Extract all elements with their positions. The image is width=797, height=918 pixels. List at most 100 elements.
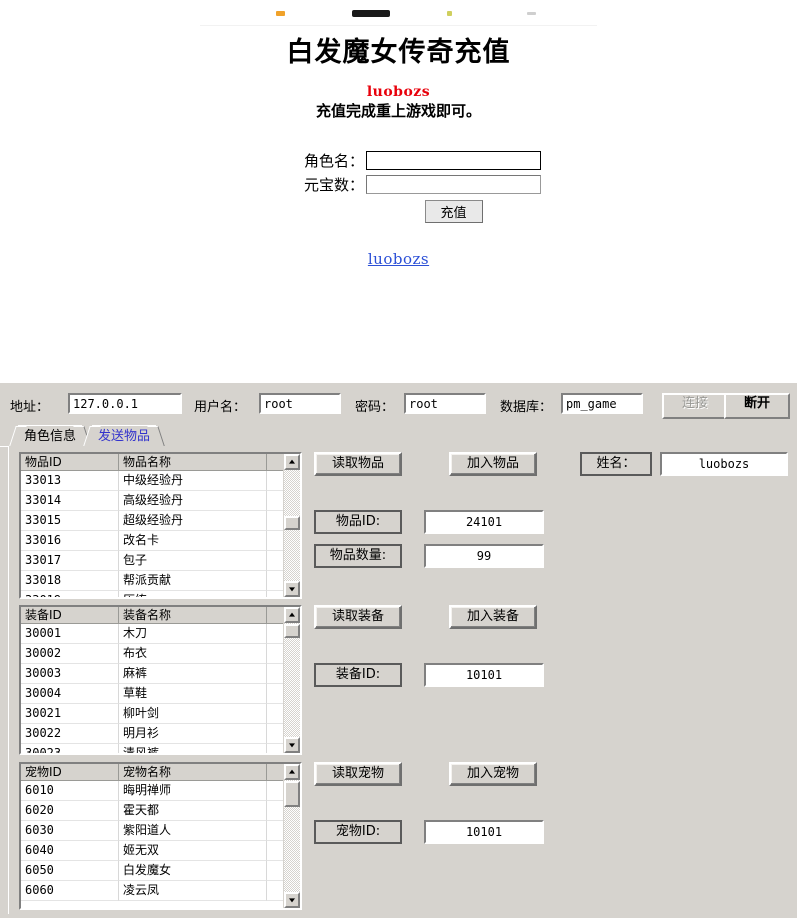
name-input[interactable]	[660, 452, 788, 476]
cell-id: 33015	[21, 511, 119, 531]
table-row[interactable]: 30004草鞋	[21, 684, 300, 704]
password-input[interactable]	[404, 393, 486, 414]
add-pet-button[interactable]: 加入宠物	[449, 762, 537, 786]
account-link-wrap: luobozs	[0, 250, 797, 269]
item-list-header: 物品ID 物品名称	[21, 454, 300, 471]
item-list[interactable]: 物品ID 物品名称 33013中级经验丹 33014高级经验丹 33015超级经…	[19, 452, 302, 599]
table-row[interactable]: 33014高级经验丹	[21, 491, 300, 511]
table-row[interactable]: 33016改名卡	[21, 531, 300, 551]
scroll-down-arrow-icon[interactable]	[284, 737, 300, 753]
table-row[interactable]: 6020霍天都	[21, 801, 300, 821]
table-row[interactable]: 30021柳叶剑	[21, 704, 300, 724]
scroll-up-arrow-icon[interactable]	[284, 454, 300, 470]
cell-name: 麻裤	[119, 664, 267, 684]
table-row[interactable]: 30002布衣	[21, 644, 300, 664]
equipment-list-scrollbar[interactable]	[283, 607, 300, 753]
table-row[interactable]: 33019历练	[21, 591, 300, 599]
connect-button[interactable]: 连接	[662, 393, 728, 419]
cell-id: 6030	[21, 821, 119, 841]
cell-id: 30022	[21, 724, 119, 744]
password-label: 密码：	[355, 396, 394, 415]
cell-id: 30023	[21, 744, 119, 755]
pet-list-header: 宠物ID 宠物名称	[21, 764, 300, 781]
cell-name: 清风裤	[119, 744, 267, 755]
scroll-down-arrow-icon[interactable]	[284, 581, 300, 597]
table-row[interactable]: 6010晦明禅师	[21, 781, 300, 801]
address-input[interactable]	[68, 393, 182, 414]
cell-id: 6040	[21, 841, 119, 861]
table-row[interactable]: 30022明月衫	[21, 724, 300, 744]
connection-toolbar: 地址： 用户名： 密码： 数据库： 连接 断开	[0, 391, 797, 419]
table-row[interactable]: 6060凌云凤	[21, 881, 300, 901]
table-row[interactable]: 30003麻裤	[21, 664, 300, 684]
item-qty-input[interactable]	[424, 544, 544, 568]
read-pet-button[interactable]: 读取宠物	[314, 762, 402, 786]
table-row[interactable]: 33018帮派贡献	[21, 571, 300, 591]
cell-name: 柳叶剑	[119, 704, 267, 724]
item-section: 物品ID 物品名称 33013中级经验丹 33014高级经验丹 33015超级经…	[9, 448, 790, 603]
username-input[interactable]	[259, 393, 341, 414]
item-id-input[interactable]	[424, 510, 544, 534]
scroll-down-arrow-icon[interactable]	[284, 892, 300, 908]
notice-username: luobozs	[0, 84, 797, 100]
table-row[interactable]: 6050白发魔女	[21, 861, 300, 881]
equipment-list-header: 装备ID 装备名称	[21, 607, 300, 624]
artifact-yellow	[447, 11, 452, 16]
item-id-label: 物品ID:	[314, 510, 402, 534]
read-items-button[interactable]: 读取物品	[314, 452, 402, 476]
cell-id: 30021	[21, 704, 119, 724]
recharge-webpage: 白发魔女传奇充值 luobozs 充值完成重上游戏即可。 角色名： 元宝数： 充…	[0, 0, 797, 382]
scrollbar-thumb[interactable]	[284, 781, 300, 807]
pet-list-col-name: 宠物名称	[119, 764, 267, 781]
table-row[interactable]: 6030紫阳道人	[21, 821, 300, 841]
username-label: 用户名：	[194, 396, 246, 415]
tab-send-items[interactable]: 发送物品	[92, 425, 156, 447]
table-row[interactable]: 33017包子	[21, 551, 300, 571]
gold-amount-row: 元宝数：	[0, 172, 797, 196]
pet-id-input[interactable]	[424, 820, 544, 844]
cell-id: 6010	[21, 781, 119, 801]
table-row[interactable]: 30001木刀	[21, 624, 300, 644]
read-equipment-button[interactable]: 读取装备	[314, 605, 402, 629]
cell-id: 33016	[21, 531, 119, 551]
table-row[interactable]: 6040姬无双	[21, 841, 300, 861]
cell-name: 历练	[119, 591, 267, 599]
item-list-col-name: 物品名称	[119, 454, 267, 471]
disconnect-button[interactable]: 断开	[724, 393, 790, 419]
table-row[interactable]: 33015超级经验丹	[21, 511, 300, 531]
role-name-input[interactable]	[366, 151, 541, 170]
add-items-button[interactable]: 加入物品	[449, 452, 537, 476]
cell-name: 紫阳道人	[119, 821, 267, 841]
add-equipment-button[interactable]: 加入装备	[449, 605, 537, 629]
cell-id: 33019	[21, 591, 119, 599]
cell-name: 白发魔女	[119, 861, 267, 881]
cell-id: 33013	[21, 471, 119, 491]
cell-name: 改名卡	[119, 531, 267, 551]
submit-row: 充值	[0, 200, 797, 223]
cell-name: 帮派贡献	[119, 571, 267, 591]
account-link[interactable]: luobozs	[368, 250, 429, 268]
tab-role-info-label: 角色信息	[24, 429, 76, 444]
scrollbar-thumb[interactable]	[284, 516, 300, 530]
database-input[interactable]	[561, 393, 643, 414]
equipment-id-input[interactable]	[424, 663, 544, 687]
role-name-label: 角色名：	[256, 150, 366, 171]
gold-amount-input[interactable]	[366, 175, 541, 194]
table-row[interactable]: 33013中级经验丹	[21, 471, 300, 491]
item-list-scrollbar[interactable]	[283, 454, 300, 597]
pet-list-scrollbar[interactable]	[283, 764, 300, 908]
tab-strip: 角色信息 发送物品	[8, 425, 789, 447]
scrollbar-thumb[interactable]	[284, 624, 300, 638]
cell-id: 6020	[21, 801, 119, 821]
equipment-list[interactable]: 装备ID 装备名称 30001木刀 30002布衣 30003麻裤 30004草…	[19, 605, 302, 755]
recharge-submit-button[interactable]: 充值	[425, 200, 483, 223]
table-row[interactable]: 30023清风裤	[21, 744, 300, 755]
scroll-up-arrow-icon[interactable]	[284, 607, 300, 623]
tab-role-info[interactable]: 角色信息	[18, 425, 82, 447]
equipment-list-col-name: 装备名称	[119, 607, 267, 624]
cell-name: 超级经验丹	[119, 511, 267, 531]
cell-id: 33017	[21, 551, 119, 571]
pet-list[interactable]: 宠物ID 宠物名称 6010晦明禅师 6020霍天都 6030紫阳道人 6040…	[19, 762, 302, 910]
scroll-up-arrow-icon[interactable]	[284, 764, 300, 780]
artifact-orange	[276, 11, 285, 16]
